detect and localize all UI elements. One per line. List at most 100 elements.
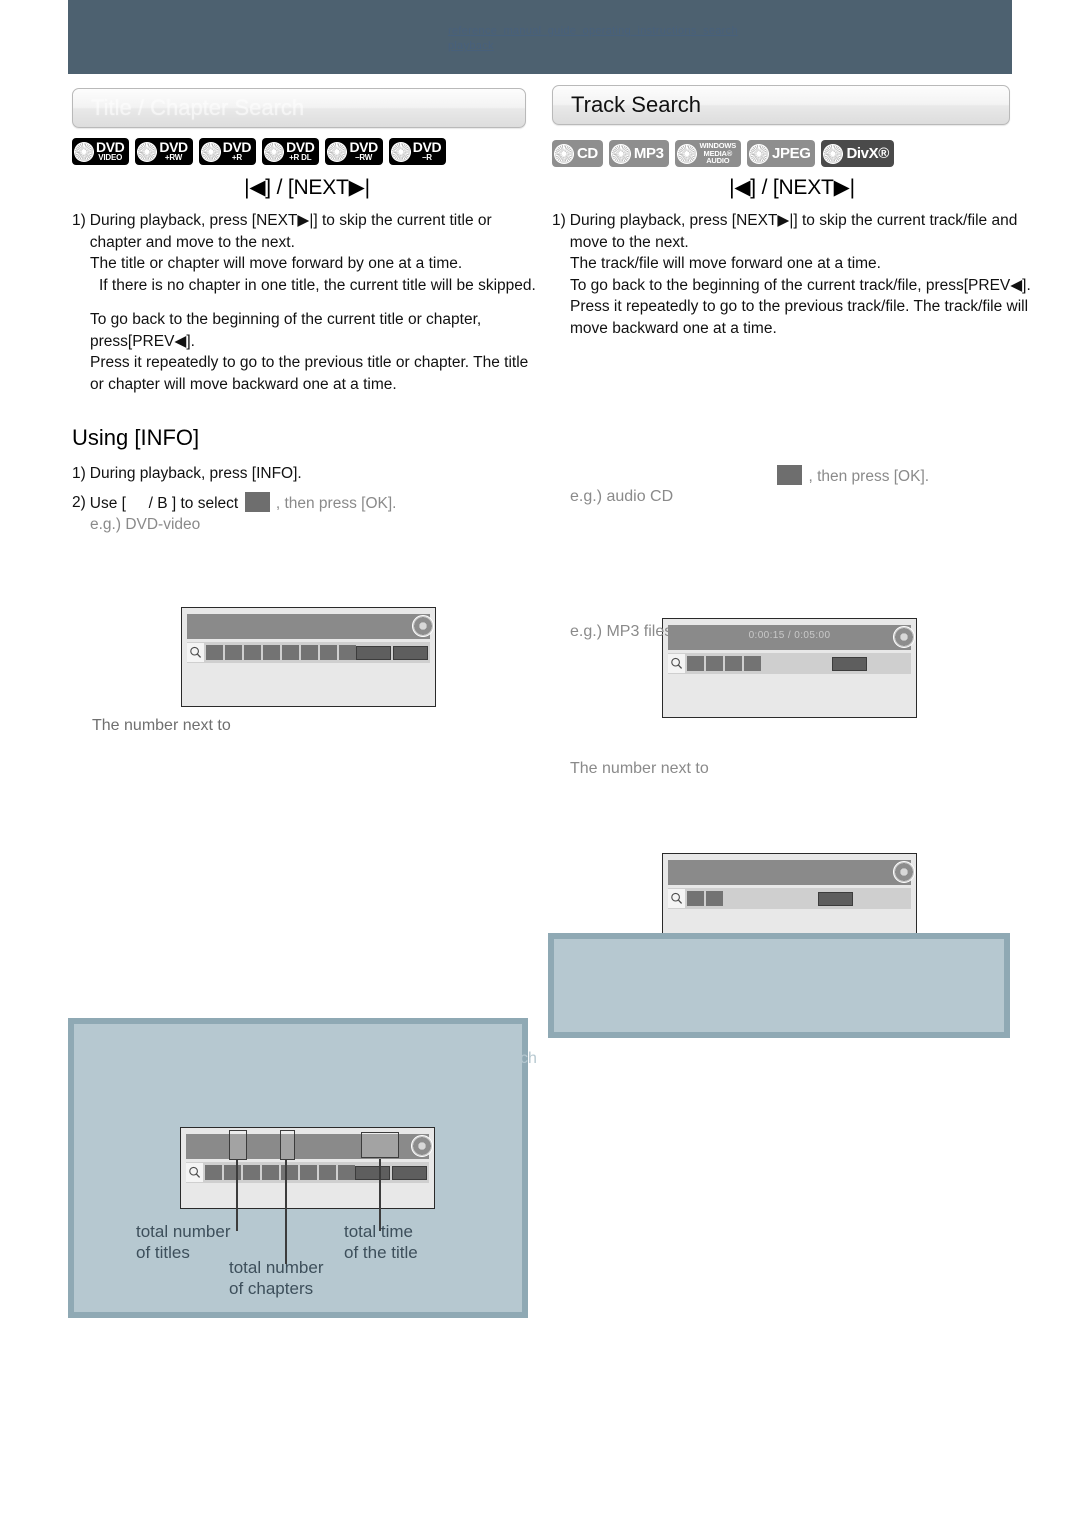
logo-sub-text: –RW	[355, 153, 373, 162]
osd-block	[282, 645, 299, 660]
info-step-2-text-b: / B ] to select	[148, 494, 239, 512]
logo-sub-text: +R DL	[289, 153, 312, 162]
stray-text-fragment: ch	[520, 1050, 537, 1067]
right-skip-heading: |◀] / [NEXT▶|	[729, 176, 855, 199]
right-step-4-text: Press it repeatedly to go to the previou…	[570, 298, 1029, 337]
osd-block	[225, 645, 242, 660]
osd-block	[706, 891, 723, 906]
logo-divx: DivX®	[820, 140, 894, 167]
callout-total-chapters: total number of chapters	[229, 1257, 324, 1299]
right-content-column: |◀] / [NEXT▶| 1) During playback, press …	[552, 175, 1032, 339]
osd-bottom-bar	[668, 653, 911, 674]
left-step-1-number: 1)	[72, 212, 86, 229]
osd-block	[319, 1165, 336, 1180]
callout-total-time-line2: of the title	[344, 1243, 418, 1262]
right-number-note: The number next to	[570, 760, 709, 777]
osd-disc-icon	[412, 615, 434, 637]
left-step-1: 1) During playback, press [NEXT▶|] to sk…	[72, 210, 542, 253]
osd-block	[263, 645, 280, 660]
right-step-1: 1) During playback, press [NEXT▶|] to sk…	[552, 210, 1032, 253]
info-step-2: 2) Use [ / B ] to select , then press [O…	[72, 491, 542, 515]
right-example-mp3-label: e.g.) MP3 files	[570, 623, 673, 640]
logo-label: MP3	[633, 145, 664, 162]
info-step-1: 1) During playback, press [INFO].	[72, 463, 542, 485]
osd-mock-audio-cd: 0:00:15 / 0:05:00	[662, 618, 917, 718]
logo-dvd-plus-rw: DVD +RW	[134, 138, 193, 165]
selection-chip	[777, 465, 802, 485]
logo-dvd-minus-r: DVD –R	[388, 138, 447, 165]
logo-dvd-plus-r-dl: DVD +R DL	[261, 138, 320, 165]
logo-cd: CD	[551, 140, 603, 167]
selection-chip	[244, 491, 270, 512]
disc-icon	[198, 138, 224, 165]
disc-icon	[324, 138, 351, 165]
osd-field	[392, 645, 428, 660]
osd-block	[725, 656, 742, 671]
info-step-2-text-c: , then press [OK].	[275, 494, 397, 512]
leader-line-titles	[236, 1159, 238, 1231]
right-step-2-text: The track/file will move forward one at …	[570, 255, 881, 272]
right-select-tail: , then press [OK].	[808, 468, 930, 485]
callout-total-chapters-line1: total number	[229, 1258, 324, 1277]
left-step-5-text: Press it repeatedly to go to the previou…	[90, 354, 529, 393]
left-step-3-text: If there is no chapter in one title, the…	[99, 276, 536, 294]
osd-block	[244, 645, 261, 660]
osd-block	[301, 645, 318, 660]
disc-icon	[746, 140, 772, 167]
osd-top-bar	[187, 614, 434, 639]
logo-dvd-minus-rw: DVD –RW	[324, 138, 383, 165]
disc-icon	[608, 140, 634, 167]
media-logos-left: DVD VIDEO DVD +RW DVD +R DVD +R DL DVD –…	[71, 138, 447, 165]
osd-block	[744, 656, 761, 671]
header-faint-text: reference manual guide operating instruc…	[448, 25, 738, 52]
section-title-title-chapter-search: Title / Chapter Search	[72, 88, 526, 128]
highlight-total-time	[361, 1132, 399, 1158]
osd-top-bar: 0:00:15 / 0:05:00	[668, 625, 915, 650]
callout-total-titles: total number of titles	[136, 1221, 231, 1263]
left-step-4-text: To go back to the beginning of the curre…	[90, 311, 482, 350]
osd-top-bar	[668, 860, 915, 885]
magnifier-icon	[187, 643, 204, 662]
disc-icon	[820, 140, 847, 167]
disc-icon	[388, 138, 414, 165]
page-header-band: reference manual guide operating instruc…	[68, 0, 1012, 74]
osd-block	[687, 891, 704, 906]
logo-jpeg: JPEG	[746, 140, 816, 167]
logo-label: CD	[577, 145, 598, 162]
right-step-3-text: To go back to the beginning of the curre…	[570, 276, 1031, 294]
left-skip-heading: |◀] / [NEXT▶|	[244, 176, 370, 199]
osd-disc-icon	[411, 1135, 433, 1157]
right-example-cd-label: e.g.) audio CD	[570, 488, 674, 505]
osd-disc-icon	[893, 626, 915, 648]
logo-line3: AUDIO	[706, 156, 730, 166]
highlight-total-titles	[229, 1130, 247, 1160]
osd-block	[205, 1165, 222, 1180]
callout-total-titles-line2: of titles	[136, 1243, 190, 1262]
disc-icon	[134, 138, 160, 165]
magnifier-icon	[186, 1163, 203, 1182]
info-step-2-text-a: Use [	[89, 494, 126, 512]
osd-block	[706, 656, 723, 671]
osd-field	[832, 656, 867, 671]
leader-line-chapters	[285, 1159, 287, 1264]
section-title-label: Title / Chapter Search	[91, 95, 305, 120]
left-number-note: The number next to	[92, 717, 231, 734]
osd-block	[687, 656, 704, 671]
logo-sub-text: VIDEO	[98, 153, 123, 162]
info-step-2-number: 2)	[72, 493, 86, 511]
osd-block	[300, 1165, 317, 1180]
logo-label: JPEG	[772, 145, 811, 162]
info-step-1-text: During playback, press [INFO].	[89, 465, 302, 482]
section-title-label: Track Search	[571, 92, 702, 117]
disc-icon	[551, 140, 577, 167]
logo-sub-text: +RW	[164, 153, 183, 162]
osd-field	[355, 1165, 390, 1180]
magnifier-icon	[668, 889, 685, 908]
logo-sub-text: +R	[231, 153, 242, 162]
highlight-total-chapters	[280, 1130, 295, 1160]
note-box-left: total number of titles total number of c…	[68, 1018, 528, 1318]
osd-field	[818, 891, 853, 906]
osd-field	[356, 645, 391, 660]
disc-icon	[673, 140, 700, 167]
osd-block	[338, 1165, 355, 1180]
